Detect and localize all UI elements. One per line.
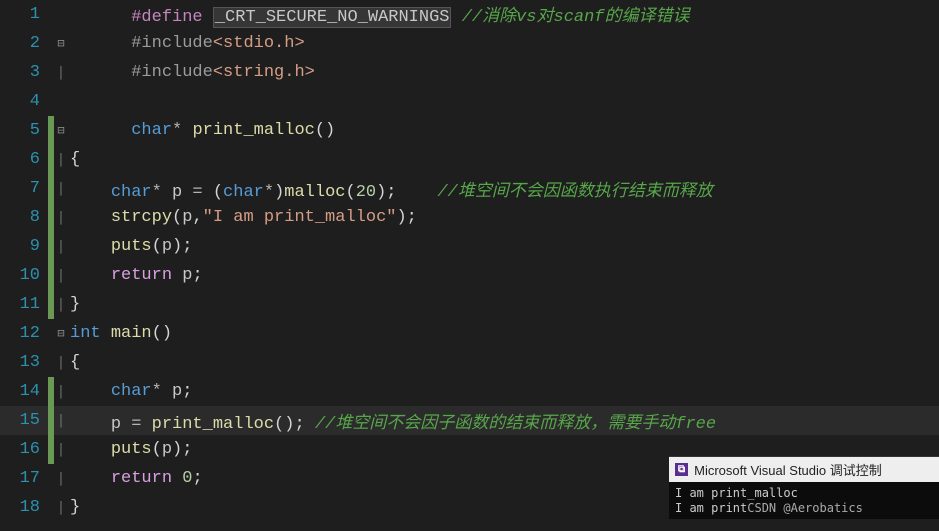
line-number: 14: [0, 382, 48, 401]
line-number: 10: [0, 266, 48, 285]
token-type: int: [70, 324, 101, 343]
fold-collapse-icon[interactable]: ⊟: [54, 123, 68, 138]
line-number: 7: [0, 179, 48, 198]
token-number: 0: [182, 469, 192, 488]
line-number: 3: [0, 63, 48, 82]
fold-gutter: │: [54, 269, 68, 283]
code-line-current[interactable]: 15 │ p = print_malloc(); //堆空间不会因子函数的结束而…: [0, 406, 939, 435]
code-line[interactable]: 8 │ strcpy(p,"I am print_malloc");: [0, 203, 939, 232]
line-number: 17: [0, 469, 48, 488]
token-type: char: [111, 183, 152, 202]
token-comment: //堆空间不会因函数执行结束而释放: [437, 183, 712, 202]
code-line[interactable]: 6 │ {: [0, 145, 939, 174]
line-number: 9: [0, 237, 48, 256]
line-number: 11: [0, 295, 48, 314]
line-number: 4: [0, 92, 48, 111]
fold-gutter: │: [54, 240, 68, 254]
line-number: 16: [0, 440, 48, 459]
token-header: <string.h>: [213, 63, 315, 82]
line-number: 13: [0, 353, 48, 372]
console-titlebar[interactable]: ⧉ Microsoft Visual Studio 调试控制: [669, 457, 939, 482]
debug-console-window[interactable]: ⧉ Microsoft Visual Studio 调试控制 I am prin…: [669, 456, 939, 519]
token-brace: {: [70, 150, 80, 169]
token-brace: }: [70, 295, 80, 314]
fold-gutter: │: [54, 211, 68, 225]
fold-gutter: │: [54, 443, 68, 457]
token-number: 20: [356, 183, 376, 202]
fold-gutter: │: [54, 182, 68, 196]
code-line[interactable]: 12 ⊟ int main(): [0, 319, 939, 348]
code-line[interactable]: 5 ⊟ char* print_malloc(): [0, 116, 939, 145]
token-keyword: return: [111, 266, 172, 285]
token-var: p: [111, 415, 121, 434]
fold-gutter: │: [54, 356, 68, 370]
token-func: print_malloc: [192, 121, 314, 140]
token-var: p: [172, 183, 182, 202]
line-number: 15: [0, 411, 48, 430]
token-type: char: [131, 121, 172, 140]
token-var: p: [172, 382, 182, 401]
token-call: print_malloc: [152, 415, 274, 434]
token-var: p: [162, 237, 172, 256]
line-number: 2: [0, 34, 48, 53]
token-type: char: [111, 382, 152, 401]
token-type: char: [223, 183, 264, 202]
fold-gutter: │: [54, 385, 68, 399]
token-call: malloc: [284, 183, 345, 202]
line-number: 8: [0, 208, 48, 227]
token-comment: //堆空间不会因子函数的结束而释放，需要手动free: [315, 415, 716, 434]
fold-gutter: │: [54, 501, 68, 515]
code-line[interactable]: 11 │ }: [0, 290, 939, 319]
token-brace: {: [70, 353, 80, 372]
line-number: 1: [0, 5, 48, 24]
token-func: main: [111, 324, 152, 343]
console-line: I am print_malloc: [675, 486, 933, 502]
line-number: 5: [0, 121, 48, 140]
console-line: I am printCSDN @Aerobatics: [675, 501, 933, 517]
fold-gutter: │: [54, 298, 68, 312]
code-line[interactable]: 7 │ char* p = (char*)malloc(20); //堆空间不会…: [0, 174, 939, 203]
token-var: p: [182, 208, 192, 227]
token-comment: //消除vs对scanf的编译错误: [462, 8, 690, 27]
code-line[interactable]: 9 │ puts(p);: [0, 232, 939, 261]
code-line[interactable]: 14 │ char* p;: [0, 377, 939, 406]
token-brace: }: [70, 498, 80, 517]
fold-gutter: │: [54, 153, 68, 167]
console-output: I am print_malloc I am printCSDN @Aeroba…: [669, 482, 939, 519]
console-title-text: Microsoft Visual Studio 调试控制: [694, 460, 882, 479]
fold-gutter: │: [54, 472, 68, 486]
token-call: puts: [111, 440, 152, 459]
code-line[interactable]: 3 │ #include<string.h>: [0, 58, 939, 87]
fold-gutter: │: [54, 66, 68, 80]
fold-collapse-icon[interactable]: ⊟: [54, 36, 68, 51]
line-number: 6: [0, 150, 48, 169]
token-var: p: [182, 266, 192, 285]
token-call: strcpy: [111, 208, 172, 227]
line-number: 18: [0, 498, 48, 517]
fold-gutter: │: [54, 414, 68, 428]
token-keyword: return: [111, 469, 172, 488]
token-include: #include: [131, 63, 213, 82]
token-string: "I am print_malloc": [203, 208, 397, 227]
vs-logo-icon: ⧉: [675, 463, 688, 476]
fold-collapse-icon[interactable]: ⊟: [54, 326, 68, 341]
code-editor[interactable]: 1 #define _CRT_SECURE_NO_WARNINGS //消除vs…: [0, 0, 939, 522]
line-number: 12: [0, 324, 48, 343]
code-line[interactable]: 10 │ return p;: [0, 261, 939, 290]
watermark-text: CSDN @Aerobatics: [747, 501, 863, 515]
code-line[interactable]: 13 │ {: [0, 348, 939, 377]
token-call: puts: [111, 237, 152, 256]
token-var: p: [162, 440, 172, 459]
